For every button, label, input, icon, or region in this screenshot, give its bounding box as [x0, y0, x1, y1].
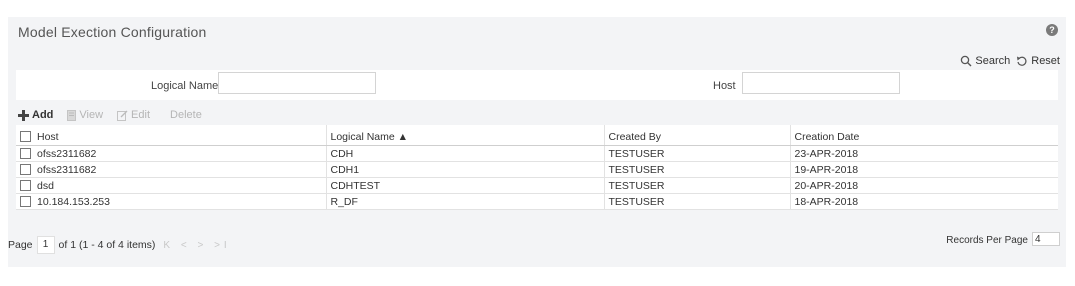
- table-row[interactable]: ofss2311682 CDH1 TESTUSER 19-APR-2018: [16, 161, 1058, 178]
- row-checkbox[interactable]: [20, 196, 31, 208]
- help-icon[interactable]: ?: [1046, 24, 1058, 36]
- search-reset-bar: Search Reset: [960, 55, 1060, 67]
- reset-button[interactable]: Reset: [1016, 55, 1060, 67]
- page-navigation-icons[interactable]: K < > >I: [163, 240, 230, 251]
- table-row[interactable]: ofss2311682 CDH TESTUSER 23-APR-2018: [16, 145, 1058, 162]
- host-cell: dsd: [16, 177, 326, 194]
- page-number-input[interactable]: 1: [36, 236, 55, 254]
- creation-date-cell: 23-APR-2018: [789, 145, 1058, 162]
- search-icon: [961, 55, 972, 67]
- host-cell: 10.184.153.253: [16, 193, 326, 210]
- host-label: Host: [713, 80, 736, 92]
- column-header-logical-name[interactable]: Logical Name ▲: [325, 125, 604, 146]
- search-button[interactable]: Search: [960, 55, 1010, 67]
- logical-name-cell: CDH: [325, 145, 604, 162]
- page-title: Model Exection Configuration: [18, 24, 207, 40]
- table-row[interactable]: 10.184.153.253 R_DF TESTUSER 18-APR-2018: [16, 193, 1058, 210]
- host-cell: ofss2311682: [16, 161, 326, 178]
- records-per-page-input[interactable]: 4: [1032, 231, 1060, 246]
- table-header-row: Host Logical Name ▲ Created By Creation …: [16, 125, 1058, 146]
- reset-icon: [1017, 56, 1027, 66]
- add-button[interactable]: Add: [18, 109, 53, 121]
- select-all-checkbox[interactable]: [20, 131, 31, 143]
- logical-name-cell: CDH1: [325, 161, 604, 178]
- edit-button[interactable]: Edit: [117, 109, 150, 121]
- reset-label: Reset: [1031, 55, 1060, 67]
- creation-date-cell: 18-APR-2018: [789, 193, 1058, 210]
- column-header-created-by[interactable]: Created By: [603, 125, 790, 146]
- view-icon: [67, 109, 77, 121]
- creation-date-cell: 19-APR-2018: [789, 161, 1058, 178]
- records-per-page-label: Records Per Page: [946, 235, 1028, 246]
- search-label: Search: [975, 55, 1011, 67]
- created-by-cell: TESTUSER: [603, 177, 790, 194]
- configuration-table: Host Logical Name ▲ Created By Creation …: [16, 125, 1058, 210]
- column-header-creation-date[interactable]: Creation Date: [789, 125, 1058, 146]
- column-header-host[interactable]: Host: [16, 125, 326, 146]
- records-per-page: Records Per Page 4: [946, 231, 1060, 246]
- logical-name-label: Logical Name: [151, 80, 219, 92]
- host-input[interactable]: [742, 72, 900, 94]
- logical-name-cell: CDHTEST: [325, 177, 604, 194]
- created-by-cell: TESTUSER: [603, 145, 790, 162]
- row-checkbox[interactable]: [20, 148, 31, 160]
- edit-icon: [117, 110, 128, 121]
- model-execution-panel: Model Exection Configuration ? Search Re…: [8, 17, 1066, 267]
- pagination: Page 1 of 1 (1 - 4 of 4 items) K < > >I: [8, 236, 231, 254]
- page-label: Page: [8, 239, 33, 251]
- plus-icon: [18, 109, 29, 121]
- search-criteria: Logical Name Host: [16, 70, 1058, 100]
- row-checkbox[interactable]: [20, 164, 31, 176]
- host-cell: ofss2311682: [16, 145, 326, 162]
- page-summary: of 1 (1 - 4 of 4 items): [58, 239, 156, 251]
- logical-name-cell: R_DF: [325, 193, 604, 210]
- creation-date-cell: 20-APR-2018: [789, 177, 1058, 194]
- view-button[interactable]: View: [67, 109, 103, 121]
- edit-label: Edit: [131, 109, 151, 121]
- created-by-cell: TESTUSER: [603, 161, 790, 178]
- created-by-cell: TESTUSER: [603, 193, 790, 210]
- delete-label: Delete: [170, 109, 202, 121]
- logical-name-input[interactable]: [218, 72, 376, 94]
- grid-toolbar: Add View Edit Delete: [18, 109, 202, 121]
- view-label: View: [79, 109, 104, 121]
- add-label: Add: [32, 109, 54, 121]
- row-checkbox[interactable]: [20, 180, 31, 192]
- table-row[interactable]: dsd CDHTEST TESTUSER 20-APR-2018: [16, 177, 1058, 194]
- delete-button[interactable]: Delete: [170, 109, 202, 121]
